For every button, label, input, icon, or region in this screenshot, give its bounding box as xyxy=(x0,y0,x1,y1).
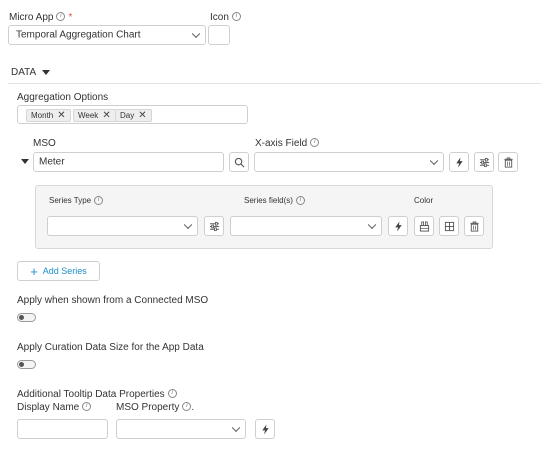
tooltip-properties-label: Additional Tooltip Data Properties i xyxy=(17,389,177,400)
trash-icon xyxy=(503,157,513,168)
toggle-knob xyxy=(19,362,24,367)
add-series-button[interactable]: + Add Series xyxy=(17,261,100,281)
tooltip-expression-button[interactable] xyxy=(255,419,275,439)
mso-input-value: Meter xyxy=(39,156,65,168)
micro-app-label: Micro App i * xyxy=(9,12,72,23)
mso-property-suffix: . xyxy=(191,402,195,413)
series-type-settings-button[interactable] xyxy=(204,216,224,236)
bolt-icon xyxy=(394,220,402,232)
grid-icon xyxy=(444,221,454,231)
plus-icon: + xyxy=(30,263,38,279)
series-type-label: Series Type i xyxy=(49,196,104,205)
xaxis-select[interactable] xyxy=(254,152,444,172)
bolt-icon xyxy=(455,156,463,168)
section-divider xyxy=(8,83,541,84)
series-expression-button[interactable] xyxy=(388,216,408,236)
add-series-label: Add Series xyxy=(42,266,87,276)
xaxis-label: X-axis Field i xyxy=(255,138,320,149)
icon-field-label-text: Icon xyxy=(210,12,229,23)
chevron-down-icon xyxy=(191,29,201,39)
micro-app-select-value: Temporal Aggregation Chart xyxy=(16,29,141,41)
xaxis-settings-button[interactable] xyxy=(474,152,494,172)
collapse-caret-icon[interactable] xyxy=(21,159,29,164)
chip-label: Week xyxy=(78,111,99,120)
data-section-label: DATA xyxy=(11,67,36,78)
mso-property-label-text: MSO Property xyxy=(116,402,180,413)
display-name-label: Display Name i xyxy=(17,402,92,413)
chevron-down-icon xyxy=(231,423,241,433)
chip-label: Month xyxy=(31,111,54,120)
info-icon: i xyxy=(310,138,320,147)
delete-mso-button[interactable] xyxy=(498,152,518,172)
icon-field-label: Icon i xyxy=(210,12,241,23)
mso-input[interactable]: Meter xyxy=(33,152,224,172)
sliders-icon xyxy=(479,157,489,167)
info-icon: i xyxy=(231,12,241,21)
info-icon: i xyxy=(94,196,104,205)
close-icon[interactable]: ✕ xyxy=(138,109,146,122)
chevron-down-icon xyxy=(367,220,377,230)
info-icon: i xyxy=(82,402,92,411)
series-fields-label: Series field(s) i xyxy=(244,196,305,205)
connected-mso-label: Apply when shown from a Connected MSO xyxy=(17,295,209,306)
trash-icon xyxy=(469,221,479,232)
xaxis-expression-button[interactable] xyxy=(449,152,469,172)
mso-property-select[interactable] xyxy=(116,419,246,439)
color-palette-button[interactable] xyxy=(414,216,434,236)
connected-mso-toggle[interactable] xyxy=(17,313,36,322)
xaxis-label-text: X-axis Field xyxy=(255,138,308,149)
data-section-toggle[interactable]: DATA xyxy=(11,67,51,78)
chip-week: Week ✕ xyxy=(73,109,116,122)
series-fields-label-text: Series field(s) xyxy=(244,196,293,205)
aggregation-options-label: Aggregation Options xyxy=(17,92,109,103)
info-icon: i xyxy=(182,402,192,411)
chip-day: Day ✕ xyxy=(115,109,152,122)
curation-label: Apply Curation Data Size for the App Dat… xyxy=(17,342,204,353)
tooltip-properties-label-text: Additional Tooltip Data Properties xyxy=(17,389,165,400)
chip-label: Day xyxy=(120,111,135,120)
icon-picker[interactable] xyxy=(208,25,230,45)
mso-property-label: MSO Property i. xyxy=(116,402,194,413)
series-grid-button[interactable] xyxy=(439,216,459,236)
series-fields-select[interactable] xyxy=(230,216,382,236)
chevron-down-icon xyxy=(429,156,439,166)
series-type-label-text: Series Type xyxy=(49,196,92,205)
info-icon: i xyxy=(167,389,177,398)
required-asterisk: * xyxy=(68,12,73,23)
caret-down-icon xyxy=(42,69,51,75)
toggle-knob xyxy=(19,315,24,320)
palette-icon xyxy=(419,221,429,232)
display-name-label-text: Display Name xyxy=(17,402,80,413)
series-type-select[interactable] xyxy=(47,216,198,236)
color-label: Color xyxy=(414,196,434,205)
micro-app-label-text: Micro App xyxy=(9,12,54,23)
delete-series-button[interactable] xyxy=(464,216,484,236)
mso-label: MSO xyxy=(33,138,56,149)
aggregation-options-input[interactable]: Month ✕ Week ✕ Day ✕ xyxy=(17,105,248,124)
chevron-down-icon xyxy=(183,220,193,230)
info-icon: i xyxy=(295,196,305,205)
search-button[interactable] xyxy=(229,152,249,172)
close-icon[interactable]: ✕ xyxy=(102,109,110,122)
chip-month: Month ✕ xyxy=(26,109,71,122)
sliders-icon xyxy=(209,221,219,231)
micro-app-select[interactable]: Temporal Aggregation Chart xyxy=(8,25,206,45)
close-icon[interactable]: ✕ xyxy=(57,109,65,122)
display-name-input[interactable] xyxy=(17,419,108,439)
info-icon: i xyxy=(56,12,66,21)
curation-toggle[interactable] xyxy=(17,360,36,369)
bolt-icon xyxy=(261,423,269,435)
search-icon xyxy=(234,157,244,167)
